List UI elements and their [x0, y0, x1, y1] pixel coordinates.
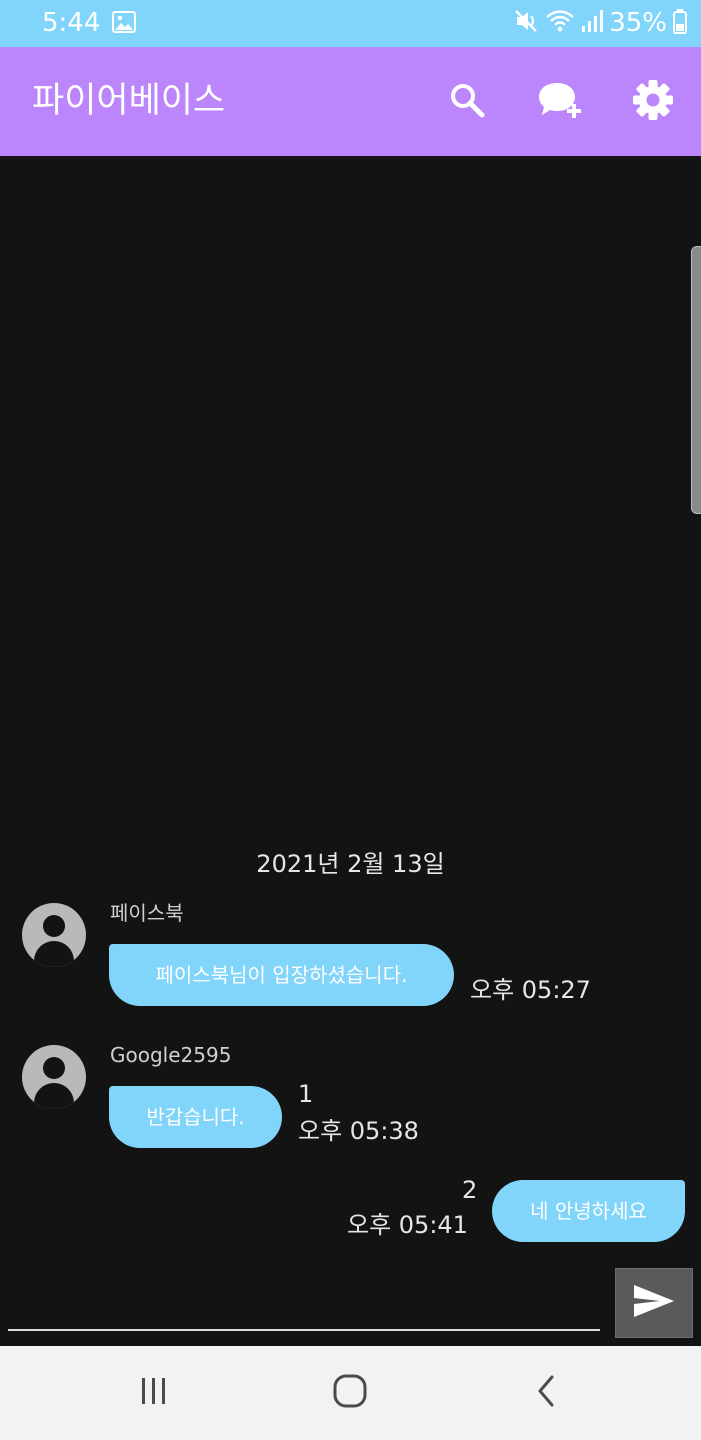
send-icon	[632, 1283, 676, 1323]
navigation-bar	[0, 1346, 701, 1440]
new-chat-button[interactable]	[536, 77, 586, 127]
app-title: 파이어베이스	[32, 81, 226, 121]
gallery-icon	[112, 11, 136, 33]
recents-icon	[139, 1377, 169, 1409]
avatar[interactable]	[22, 903, 86, 967]
avatar-body	[34, 1083, 74, 1109]
avatar-body	[34, 941, 74, 967]
message-time: 오후 05:38	[298, 1117, 419, 1145]
settings-icon	[632, 79, 674, 125]
app-bar: 파이어베이스	[0, 47, 701, 156]
message-time: 오후 05:27	[470, 976, 591, 1004]
message-bubble[interactable]: 페이스북님이 입장하셨습니다.	[109, 944, 454, 1006]
status-time: 5:44	[42, 8, 101, 38]
back-icon	[535, 1374, 557, 1412]
sender-name: 페이스북	[110, 901, 184, 925]
search-icon	[448, 81, 486, 123]
unread-count: 1	[298, 1080, 314, 1108]
scrollbar[interactable]	[691, 246, 701, 514]
message-input[interactable]	[8, 1282, 604, 1328]
back-button[interactable]	[516, 1368, 576, 1418]
avatar-head	[43, 915, 65, 937]
message-time: 오후 05:41	[347, 1211, 468, 1239]
message-bubble[interactable]: 반갑습니다.	[109, 1086, 282, 1148]
avatar-head	[43, 1057, 65, 1079]
status-bar: 5:44 35%	[0, 0, 701, 47]
battery-percent: 35%	[609, 8, 667, 38]
recents-button[interactable]	[124, 1368, 184, 1418]
sender-name: Google2595	[110, 1043, 232, 1067]
input-underline	[8, 1329, 600, 1331]
search-button[interactable]	[442, 77, 492, 127]
settings-button[interactable]	[628, 77, 678, 127]
status-icons: 35%	[513, 8, 687, 38]
mute-icon	[513, 8, 539, 38]
battery-icon	[673, 8, 687, 38]
new-chat-icon	[538, 80, 584, 124]
home-button[interactable]	[320, 1368, 380, 1418]
signal-icon	[581, 8, 604, 38]
send-button[interactable]	[615, 1268, 693, 1338]
message-bubble[interactable]: 네 안녕하세요	[492, 1180, 685, 1242]
chat-list[interactable]	[0, 156, 701, 1346]
unread-count: 2	[462, 1176, 478, 1204]
date-header: 2021년 2월 13일	[256, 850, 445, 878]
wifi-icon	[545, 8, 575, 38]
avatar[interactable]	[22, 1045, 86, 1109]
home-icon	[333, 1374, 367, 1412]
